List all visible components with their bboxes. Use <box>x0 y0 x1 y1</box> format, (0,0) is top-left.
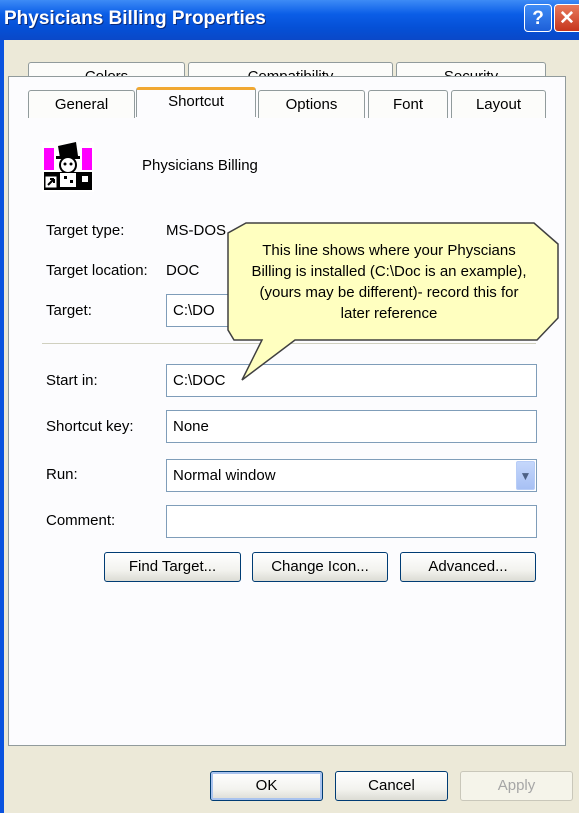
ok-button[interactable]: OK <box>210 771 323 801</box>
start-in-field[interactable]: C:\DOC <box>166 364 537 397</box>
tab-general[interactable]: General <box>28 90 135 118</box>
apply-button[interactable]: Apply <box>460 771 573 801</box>
app-name: Physicians Billing <box>142 157 258 174</box>
target-location-label: Target location: <box>46 262 148 279</box>
comment-field[interactable] <box>166 505 537 538</box>
ms-dos-clown-icon <box>42 142 94 192</box>
tab-shortcut[interactable]: Shortcut <box>136 87 256 117</box>
target-location-value: DOC <box>166 262 200 279</box>
properties-window: Physicians Billing Properties ? ✕ Colors… <box>0 0 579 813</box>
find-target-button[interactable]: Find Target... <box>104 552 241 582</box>
target-label: Target: <box>46 302 92 319</box>
callout-line: later reference <box>340 305 438 322</box>
tab-font[interactable]: Font <box>368 90 448 118</box>
start-in-label: Start in: <box>46 372 98 389</box>
cancel-button[interactable]: Cancel <box>335 771 448 801</box>
shortcut-key-field[interactable]: None <box>166 410 537 443</box>
title-bar[interactable]: Physicians Billing Properties ? ✕ <box>0 0 579 40</box>
tab-layout[interactable]: Layout <box>451 90 546 118</box>
callout-text: This line shows where your Physcians Bil… <box>230 240 548 324</box>
change-icon-button[interactable]: Change Icon... <box>252 552 388 582</box>
callout-line: Billing is installed (C:\Doc is an examp… <box>251 263 527 280</box>
chevron-down-icon[interactable]: ▼ <box>516 461 535 490</box>
tab-options[interactable]: Options <box>258 90 365 118</box>
close-button[interactable]: ✕ <box>554 4 579 32</box>
shortcut-key-label: Shortcut key: <box>46 418 134 435</box>
callout-line: This line shows where your Physcians <box>262 242 516 259</box>
run-selected-value: Normal window <box>173 467 276 484</box>
advanced-button[interactable]: Advanced... <box>400 552 536 582</box>
target-type-label: Target type: <box>46 222 125 239</box>
target-type-value: MS-DOS <box>166 222 226 239</box>
run-label: Run: <box>46 466 78 483</box>
callout-line: (yours may be different)- record this fo… <box>259 284 519 301</box>
separator <box>42 343 536 344</box>
window-title: Physicians Billing Properties <box>4 8 266 29</box>
help-button[interactable]: ? <box>524 4 552 32</box>
comment-label: Comment: <box>46 512 116 529</box>
run-dropdown[interactable]: Normal window ▼ <box>166 459 537 492</box>
